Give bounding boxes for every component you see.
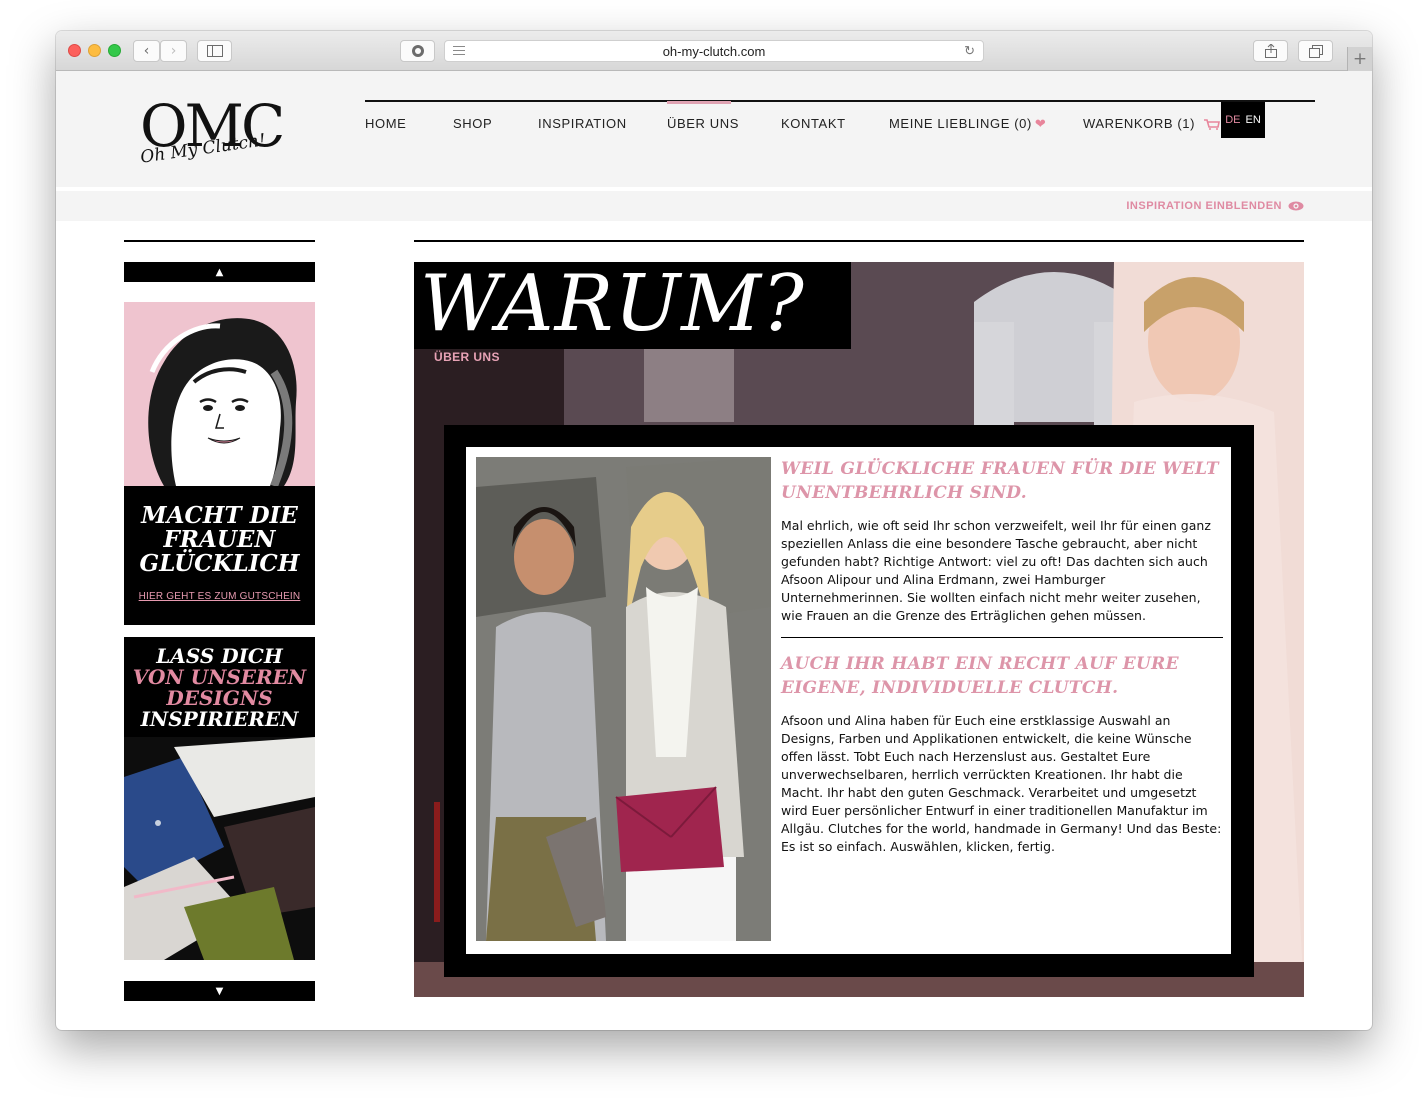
browser-window: ‹ › oh-my-clutch.com ↻ + OMC Oh My Clutc… bbox=[56, 31, 1372, 1030]
hero-subtitle: ÜBER UNS bbox=[434, 350, 500, 364]
share-button[interactable] bbox=[1253, 40, 1288, 62]
article-heading-2: AUCH IHR HABT EIN RECHT AUF EURE EIGENE,… bbox=[781, 654, 1179, 698]
tabs-icon bbox=[1308, 44, 1323, 58]
reload-icon[interactable]: ↻ bbox=[964, 43, 975, 59]
illustration-woman bbox=[124, 302, 315, 488]
promo-designs-headline: LASS DICH VON UNSEREN DESIGNS INSPIRIERE… bbox=[124, 646, 315, 730]
main-top-line bbox=[414, 240, 1304, 242]
privacy-button[interactable] bbox=[400, 40, 435, 62]
share-icon bbox=[1264, 44, 1277, 58]
promo-designs-line3: DESIGNS bbox=[166, 686, 273, 710]
content-frame: WEIL GLÜCKLICHE FRAUEN FÜR DIE WELT UNEN… bbox=[444, 425, 1254, 977]
inspiration-bar: INSPIRATION EINBLENDEN bbox=[56, 191, 1372, 221]
promo-designs-line1: LASS DICH bbox=[156, 644, 283, 668]
triangle-down-icon: ▼ bbox=[215, 985, 224, 997]
back-button[interactable]: ‹ bbox=[133, 40, 160, 62]
nav-top-line bbox=[365, 100, 1315, 102]
lang-de-button[interactable]: DE bbox=[1225, 114, 1240, 126]
nav-cart[interactable]: WARENKORB (1) bbox=[1083, 116, 1221, 131]
nav-active-indicator bbox=[667, 101, 731, 104]
hero-section: WARUM? ÜBER UNS WEIL GLÜCKLICHE FRAUEN F… bbox=[414, 262, 1304, 997]
nav-shop[interactable]: SHOP bbox=[453, 116, 492, 131]
nav-contact[interactable]: KONTAKT bbox=[781, 116, 846, 131]
promo-designs-line4: INSPIRIEREN bbox=[140, 707, 299, 731]
article-divider bbox=[781, 637, 1223, 638]
nav-favorites-label: MEINE LIEBLINGE (0) bbox=[889, 116, 1032, 131]
clutches-image bbox=[124, 737, 315, 960]
language-switcher: DE EN bbox=[1221, 102, 1265, 138]
shield-icon bbox=[411, 45, 424, 57]
lang-en-button[interactable]: EN bbox=[1246, 114, 1261, 126]
nav-favorites[interactable]: MEINE LIEBLINGE (0) ❤ bbox=[889, 116, 1046, 132]
heart-icon: ❤ bbox=[1034, 116, 1047, 131]
article-heading-1: WEIL GLÜCKLICHE FRAUEN FÜR DIE WELT UNEN… bbox=[781, 459, 1219, 503]
forward-button[interactable]: › bbox=[160, 40, 187, 62]
tabs-overview-button[interactable] bbox=[1298, 40, 1333, 62]
nav-inspiration[interactable]: INSPIRATION bbox=[538, 116, 627, 131]
cart-icon bbox=[1204, 119, 1221, 131]
promo-designs-line2: VON UNSEREN bbox=[132, 665, 307, 689]
article-paragraph-2: Afsoon und Alina haben für Euch eine ers… bbox=[781, 713, 1222, 854]
chevron-left-icon: ‹ bbox=[143, 43, 150, 59]
promo-voucher-headline: MACHT DIE FRAUEN GLÜCKLICH bbox=[139, 502, 300, 577]
article-text: WEIL GLÜCKLICHE FRAUEN FÜR DIE WELT UNEN… bbox=[781, 457, 1223, 856]
close-window-button[interactable] bbox=[68, 44, 81, 57]
article-paragraph-1: Mal ehrlich, wie oft seid Ihr schon verz… bbox=[781, 518, 1211, 623]
new-tab-button[interactable]: + bbox=[1347, 47, 1372, 71]
url-text: oh-my-clutch.com bbox=[662, 43, 766, 59]
maximize-window-button[interactable] bbox=[108, 44, 121, 57]
hero-title-box: WARUM? bbox=[414, 262, 851, 349]
nav-about[interactable]: ÜBER UNS bbox=[667, 116, 739, 131]
founders-photo bbox=[476, 457, 771, 941]
site-header: OMC Oh My Clutch! HOME SHOP INSPIRATION … bbox=[56, 71, 1372, 187]
content-card: WEIL GLÜCKLICHE FRAUEN FÜR DIE WELT UNEN… bbox=[466, 447, 1231, 954]
triangle-up-icon: ▲ bbox=[215, 266, 224, 278]
eye-icon bbox=[1288, 201, 1304, 211]
promo-voucher[interactable]: MACHT DIE FRAUEN GLÜCKLICH HIER GEHT ES … bbox=[124, 302, 315, 625]
chevron-right-icon: › bbox=[170, 43, 177, 59]
plus-icon: + bbox=[1352, 49, 1368, 69]
sidebar-scroll-down-button[interactable]: ▼ bbox=[124, 981, 315, 1001]
site-logo[interactable]: OMC Oh My Clutch! bbox=[139, 91, 310, 171]
nav-cart-label: WARENKORB (1) bbox=[1083, 116, 1196, 131]
nav-home[interactable]: HOME bbox=[365, 116, 406, 131]
sidebar-toggle-button[interactable] bbox=[197, 40, 232, 62]
sidebar-icon bbox=[206, 45, 223, 57]
sidebar-top-line bbox=[124, 240, 315, 242]
promo-designs[interactable]: LASS DICH VON UNSEREN DESIGNS INSPIRIERE… bbox=[124, 637, 315, 960]
minimize-window-button[interactable] bbox=[88, 44, 101, 57]
inspiration-toggle-label: INSPIRATION EINBLENDEN bbox=[1126, 200, 1282, 212]
inspiration-toggle[interactable]: INSPIRATION EINBLENDEN bbox=[1126, 200, 1304, 212]
address-bar[interactable]: oh-my-clutch.com ↻ bbox=[444, 40, 984, 62]
promo-voucher-link[interactable]: HIER GEHT ES ZUM GUTSCHEIN bbox=[124, 591, 315, 602]
hero-title: WARUM? bbox=[420, 262, 805, 349]
browser-toolbar: ‹ › oh-my-clutch.com ↻ + bbox=[56, 31, 1372, 71]
sidebar-scroll-up-button[interactable]: ▲ bbox=[124, 262, 315, 282]
reader-icon[interactable] bbox=[453, 46, 465, 58]
